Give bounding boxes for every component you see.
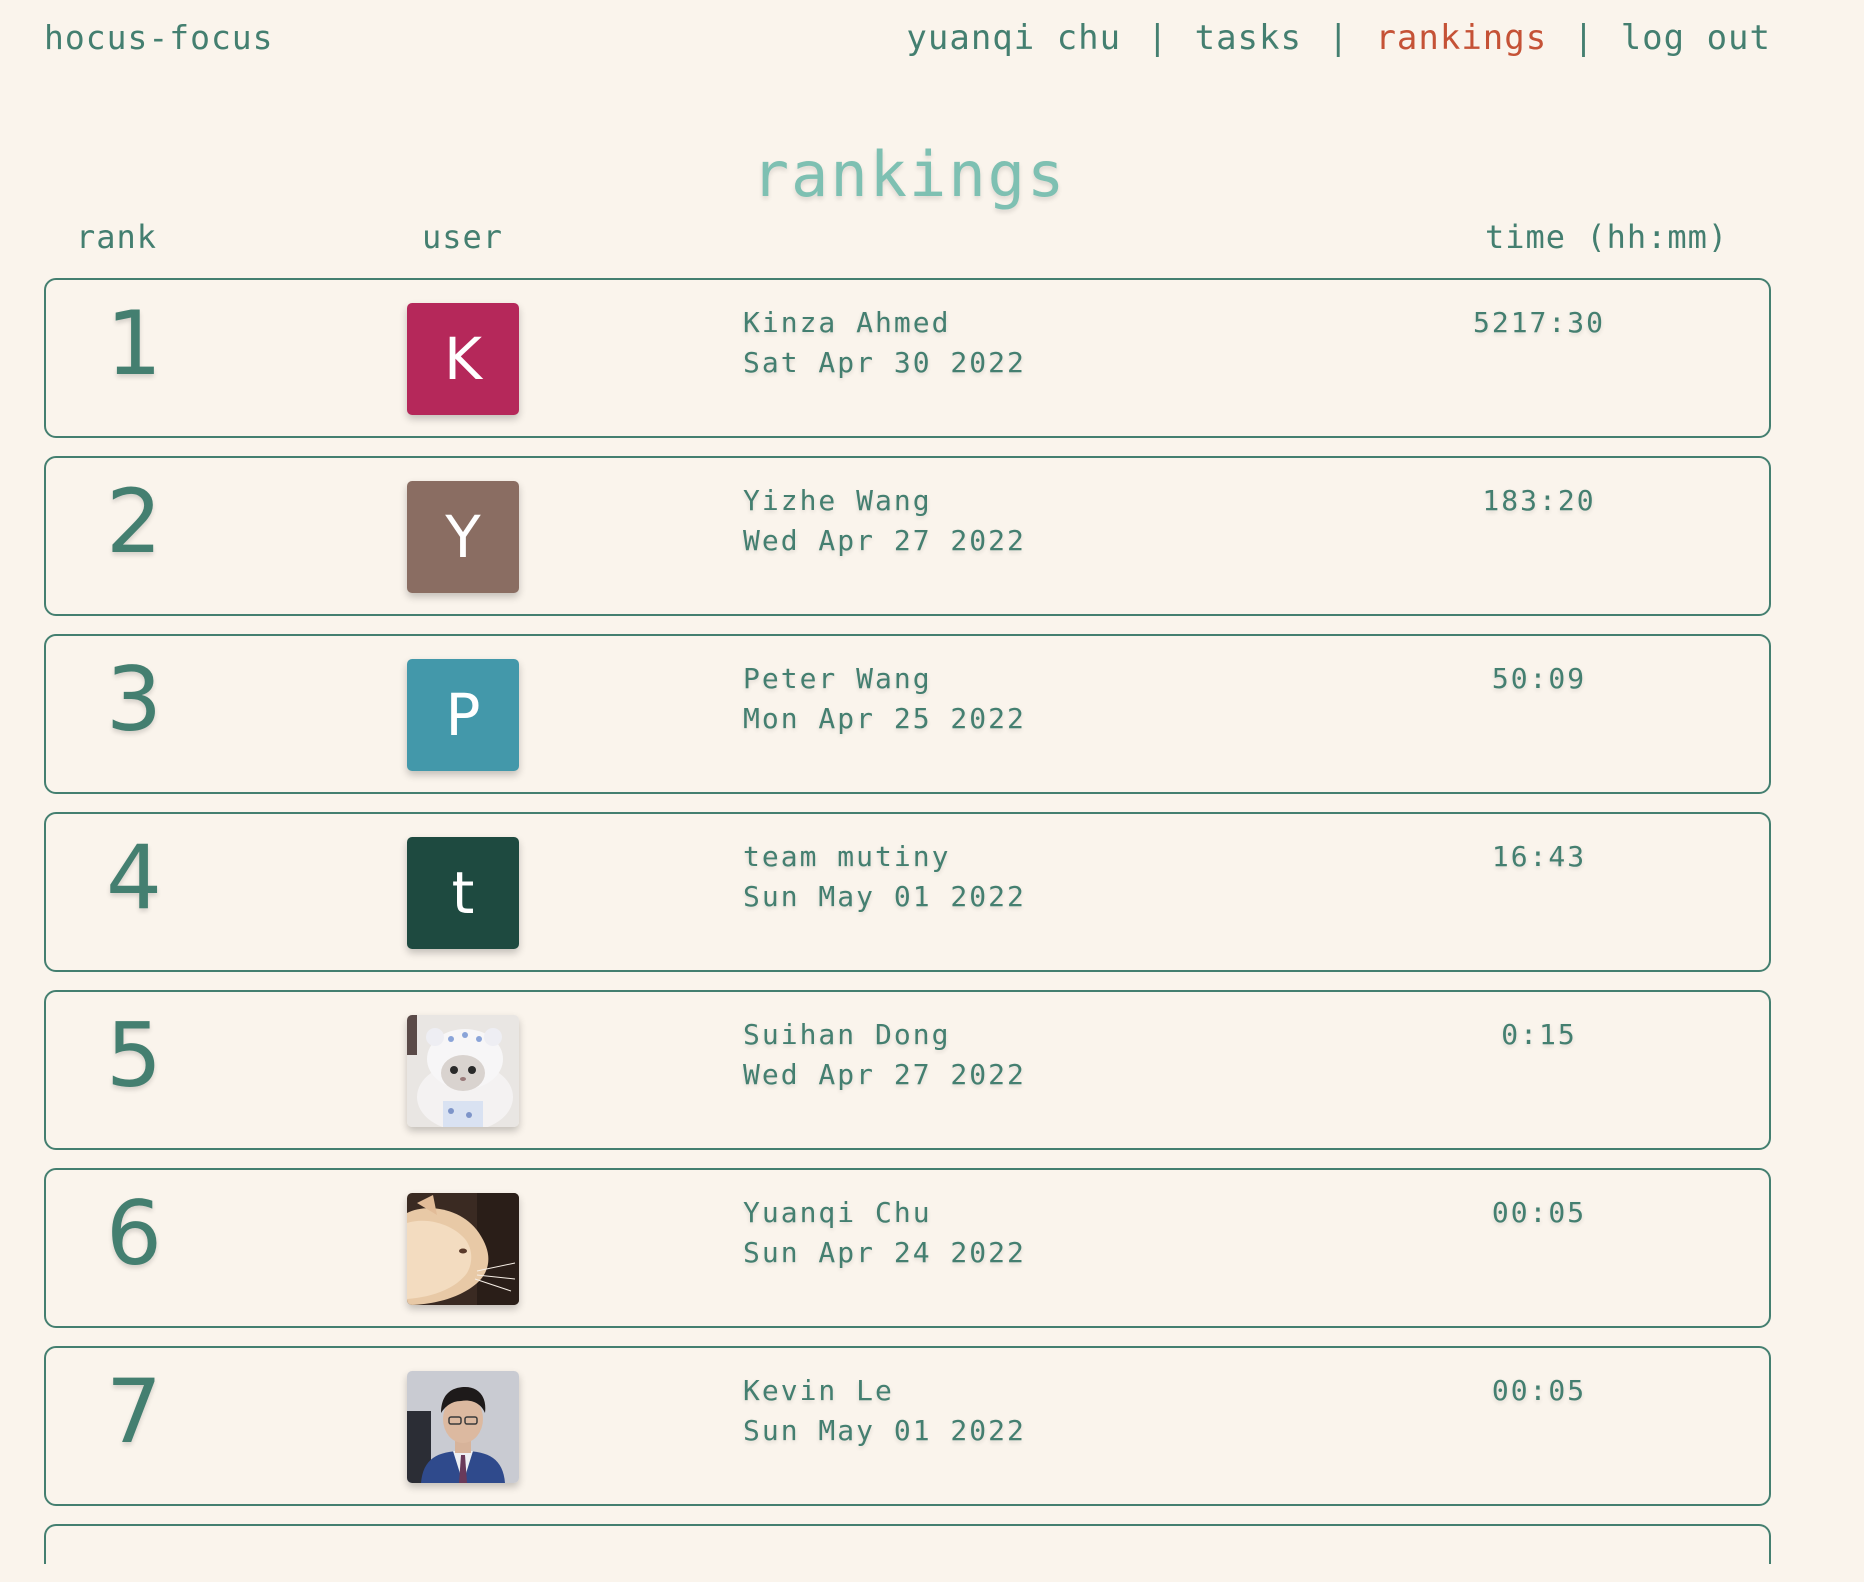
- user-date: Sun May 01 2022: [743, 880, 1026, 913]
- column-header-user: user: [422, 218, 504, 256]
- ranking-row: 6 Yuanqi Chu Sun Apr 24 2022 00:05: [44, 1168, 1771, 1328]
- nav-links: yuanqi chu | tasks | rankings | log out: [906, 18, 1771, 58]
- user-date: Wed Apr 27 2022: [743, 1058, 1026, 1091]
- person-photo-icon: [407, 1371, 519, 1483]
- ranking-row: 5 Suihan Dong Wed Apr 27 2022 0:15: [44, 990, 1771, 1150]
- rank-number: 5: [106, 1004, 162, 1107]
- avatar: K: [407, 303, 519, 415]
- nav-separator: |: [1147, 18, 1169, 58]
- ranking-row: 4 t team mutiny Sun May 01 2022 16:43: [44, 812, 1771, 972]
- column-header-time: time (hh:mm): [1485, 218, 1729, 256]
- user-name: Peter Wang: [743, 662, 932, 695]
- avatar: t: [407, 837, 519, 949]
- user-time: 16:43: [1491, 840, 1587, 873]
- avatar: P: [407, 659, 519, 771]
- avatar-letter: t: [451, 859, 475, 927]
- nav-separator: |: [1327, 18, 1350, 58]
- rank-number: 3: [106, 648, 162, 751]
- brand-logo[interactable]: hocus-focus: [44, 18, 274, 57]
- user-time: 00:05: [1491, 1374, 1587, 1407]
- user-name: Kevin Le: [743, 1374, 894, 1407]
- cat-profile-photo-icon: [407, 1193, 519, 1305]
- column-header-rank: rank: [76, 218, 158, 256]
- user-time: 50:09: [1491, 662, 1587, 695]
- rank-number: 2: [106, 470, 162, 573]
- user-time: 00:05: [1491, 1196, 1587, 1229]
- ranking-row-partial: [44, 1524, 1771, 1564]
- rank-number: 4: [106, 826, 162, 929]
- user-name: Yizhe Wang: [743, 484, 932, 517]
- avatar: Y: [407, 481, 519, 593]
- nav-link-rankings[interactable]: rankings: [1375, 18, 1547, 58]
- user-name: Kinza Ahmed: [743, 306, 951, 339]
- user-name: Suihan Dong: [743, 1018, 951, 1051]
- avatar-photo-cat-profile: [407, 1193, 519, 1305]
- ranking-row: 1 K Kinza Ahmed Sat Apr 30 2022 5217:30: [44, 278, 1771, 438]
- rank-number: 1: [106, 292, 162, 395]
- user-date: Wed Apr 27 2022: [743, 524, 1026, 557]
- ranking-row: 7 Kevin Le Sun May 01 2022 00:05: [44, 1346, 1771, 1506]
- nav-link-profile[interactable]: yuanqi chu: [906, 18, 1121, 58]
- user-name: team mutiny: [743, 840, 951, 873]
- rank-number: 7: [106, 1360, 162, 1463]
- user-name: Yuanqi Chu: [743, 1196, 932, 1229]
- top-nav: hocus-focus yuanqi chu | tasks | ranking…: [0, 0, 1864, 80]
- page-title: rankings: [751, 138, 1067, 211]
- avatar-photo-person: [407, 1371, 519, 1483]
- avatar-letter: P: [445, 681, 481, 749]
- nav-link-logout[interactable]: log out: [1621, 18, 1771, 58]
- user-time: 0:15: [1501, 1018, 1577, 1051]
- user-time: 183:20: [1482, 484, 1596, 517]
- nav-separator: |: [1573, 18, 1595, 58]
- white-cat-photo-icon: [407, 1015, 519, 1127]
- user-time: 5217:30: [1472, 306, 1605, 339]
- ranking-row: 3 P Peter Wang Mon Apr 25 2022 50:09: [44, 634, 1771, 794]
- rankings-list: 1 K Kinza Ahmed Sat Apr 30 2022 5217:30 …: [44, 278, 1771, 1582]
- avatar-letter: Y: [445, 503, 481, 571]
- avatar-photo-white-cat: [407, 1015, 519, 1127]
- user-date: Mon Apr 25 2022: [743, 702, 1026, 735]
- rank-number: 6: [106, 1182, 162, 1285]
- user-date: Sat Apr 30 2022: [743, 346, 1026, 379]
- ranking-row: 2 Y Yizhe Wang Wed Apr 27 2022 183:20: [44, 456, 1771, 616]
- user-date: Sun Apr 24 2022: [743, 1236, 1026, 1269]
- avatar-letter: K: [443, 325, 483, 393]
- nav-link-tasks[interactable]: tasks: [1195, 18, 1302, 58]
- user-date: Sun May 01 2022: [743, 1414, 1026, 1447]
